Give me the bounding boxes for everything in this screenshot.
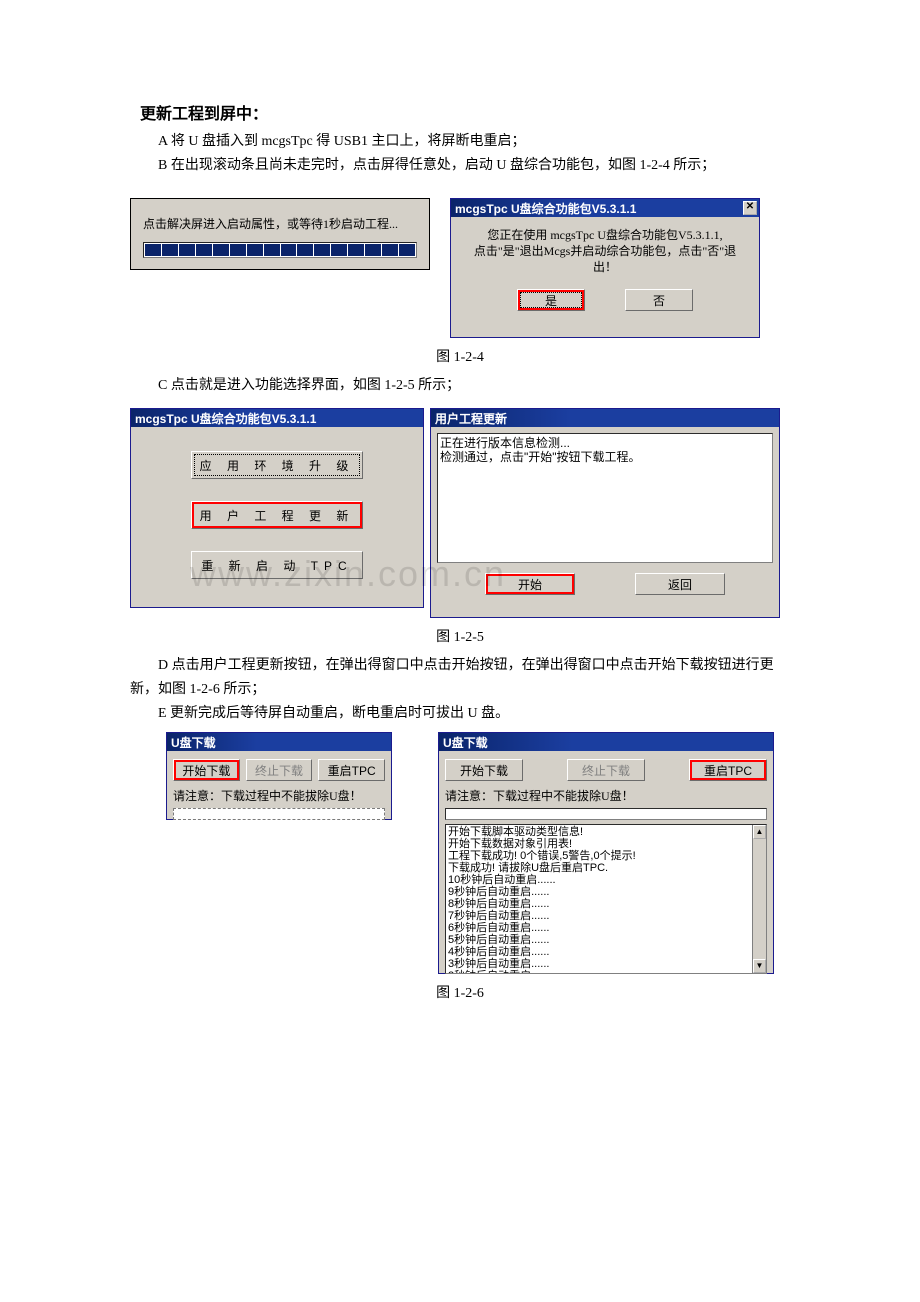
- scroll-up-icon[interactable]: ▲: [753, 825, 766, 839]
- update-titlebar: 用户工程更新: [431, 409, 779, 427]
- step-c: C 点击就是进入功能选择界面，如图 1-2-5 所示；: [130, 374, 790, 398]
- user-project-update-button[interactable]: 用 户 工 程 更 新: [191, 501, 363, 529]
- confirm-titlebar: mcgsTpc U盘综合功能包V5.3.1.1 ✕: [451, 199, 759, 217]
- scroll-down-icon[interactable]: ▼: [753, 959, 766, 973]
- download-b-title: U盘下载: [441, 734, 771, 751]
- close-icon[interactable]: ✕: [743, 201, 757, 215]
- download-progress-a: [173, 808, 385, 820]
- download-log: 开始下载脚本驱动类型信息! 开始下载数据对象引用表! 工程下载成功! 0个错误,…: [445, 824, 767, 974]
- section-title: 更新工程到屏中：: [140, 100, 790, 124]
- restart-tpc-button-b[interactable]: 重启TPC: [689, 759, 767, 781]
- env-upgrade-button[interactable]: 应 用 环 境 升 级: [191, 451, 363, 479]
- download-progress-b: [445, 808, 767, 820]
- step-d: D 点击用户工程更新按钮，在弹出得窗口中点击开始按钮，在弹出得窗口中点击开始下载…: [130, 654, 790, 702]
- startup-panel: 点击解决屏进入启动属性，或等待1秒启动工程...: [130, 198, 430, 270]
- download-dialog-b: U盘下载 开始下载 终止下载 重启TPC 请注意：下载过程中不能拔除U盘！ 开始…: [438, 732, 774, 974]
- start-download-button[interactable]: 开始下载: [173, 759, 240, 781]
- restart-tpc-button-a[interactable]: 重启TPC: [318, 759, 385, 781]
- menu-titlebar: mcgsTpc U盘综合功能包V5.3.1.1: [131, 409, 423, 427]
- download-a-title: U盘下载: [169, 734, 389, 751]
- scrollbar[interactable]: ▲▼: [752, 825, 766, 973]
- figure-caption-124: 图 1-2-4: [130, 346, 790, 366]
- confirm-title: mcgsTpc U盘综合功能包V5.3.1.1: [453, 200, 743, 217]
- startup-message: 点击解决屏进入启动属性，或等待1秒启动工程...: [143, 215, 417, 232]
- download-note-a: 请注意：下载过程中不能拔除U盘！: [167, 785, 391, 804]
- download-a-titlebar: U盘下载: [167, 733, 391, 751]
- confirm-dialog: mcgsTpc U盘综合功能包V5.3.1.1 ✕ 您正在使用 mcgsTpc …: [450, 198, 760, 338]
- back-button[interactable]: 返回: [635, 573, 725, 595]
- start-download-button-b[interactable]: 开始下载: [445, 759, 523, 781]
- stop-download-button[interactable]: 终止下载: [246, 759, 313, 781]
- yes-button[interactable]: 是: [517, 289, 585, 311]
- confirm-line2: 点击"是"退出Mcgs并启动综合功能包，点击"否"退出！: [463, 243, 747, 275]
- confirm-line1: 您正在使用 mcgsTpc U盘综合功能包V5.3.1.1,: [463, 227, 747, 243]
- figure-caption-125: 图 1-2-5: [130, 626, 790, 646]
- download-dialog-a: U盘下载 开始下载 终止下载 重启TPC 请注意：下载过程中不能拔除U盘！: [166, 732, 392, 820]
- menu-dialog: mcgsTpc U盘综合功能包V5.3.1.1 应 用 环 境 升 级 用 户 …: [130, 408, 424, 608]
- figure-caption-126: 图 1-2-6: [130, 982, 790, 1002]
- download-log-text: 开始下载脚本驱动类型信息! 开始下载数据对象引用表! 工程下载成功! 0个错误,…: [448, 826, 636, 974]
- update-title: 用户工程更新: [433, 410, 777, 427]
- restart-tpc-button[interactable]: 重 新 启 动 TPC: [191, 551, 363, 579]
- update-dialog: 用户工程更新 正在进行版本信息检测... 检测通过，点击"开始"按钮下载工程。 …: [430, 408, 780, 618]
- start-button[interactable]: 开始: [485, 573, 575, 595]
- download-note-b: 请注意：下载过程中不能拔除U盘！: [439, 785, 773, 804]
- menu-title: mcgsTpc U盘综合功能包V5.3.1.1: [133, 410, 421, 427]
- step-a: A 将 U 盘插入到 mcgsTpc 得 USB1 主口上，将屏断电重启；: [130, 130, 790, 154]
- stop-download-button-b[interactable]: 终止下载: [567, 759, 645, 781]
- step-e: E 更新完成后等待屏自动重启，断电重启时可拔出 U 盘。: [130, 702, 790, 726]
- download-b-titlebar: U盘下载: [439, 733, 773, 751]
- no-button[interactable]: 否: [625, 289, 693, 311]
- update-log: 正在进行版本信息检测... 检测通过，点击"开始"按钮下载工程。: [437, 433, 773, 563]
- startup-progress: [143, 242, 417, 258]
- step-b: B 在出现滚动条且尚未走完时，点击屏得任意处，启动 U 盘综合功能包，如图 1-…: [130, 154, 790, 178]
